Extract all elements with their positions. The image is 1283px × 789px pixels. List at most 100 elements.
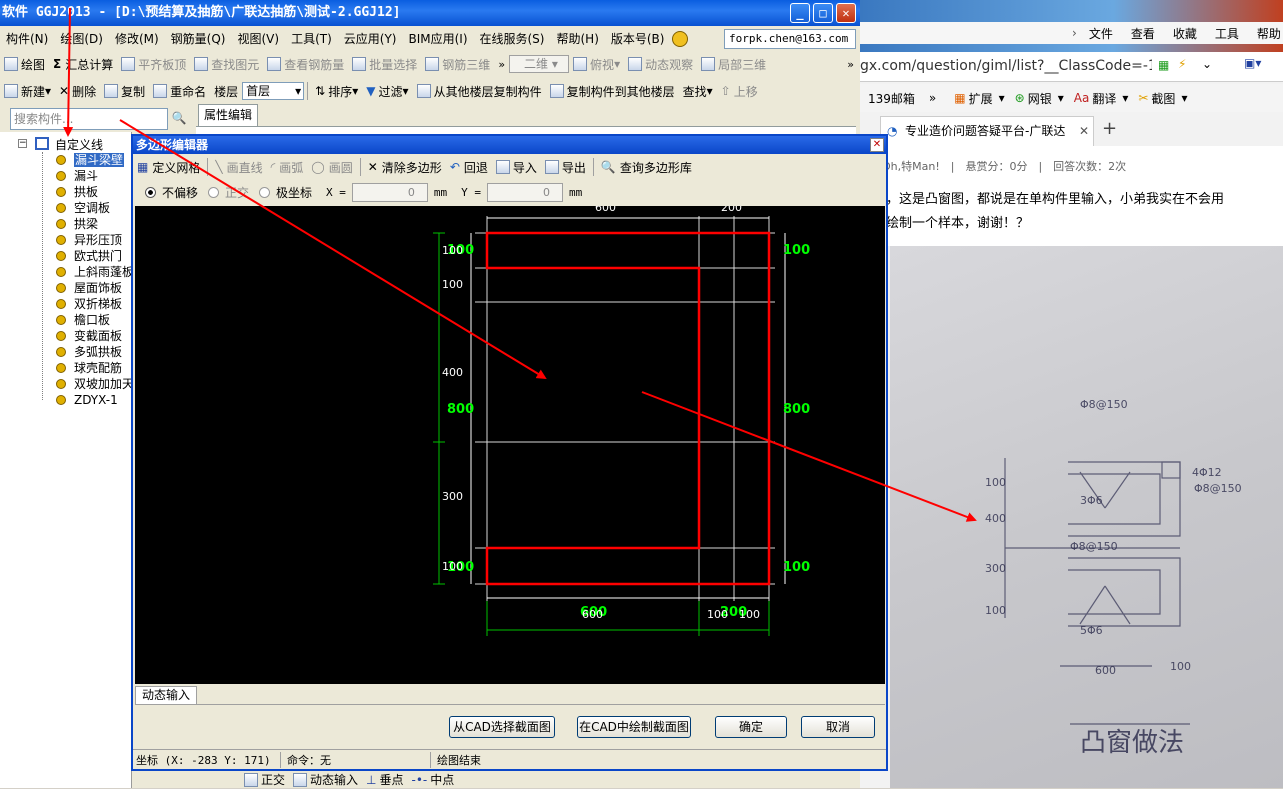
browser-menu-item[interactable]: 文件 (1089, 25, 1113, 42)
tree-item[interactable]: 漏斗梁壁 (56, 152, 125, 168)
summary-calc-button[interactable]: Σ 汇总计算 (49, 53, 117, 75)
top-view-button[interactable]: 俯视 ▾ (569, 53, 624, 75)
browser-menu-item[interactable]: 查看 (1131, 25, 1155, 42)
ok-button[interactable]: 确定 (715, 716, 787, 738)
radio-ortho[interactable] (208, 186, 220, 198)
close-button[interactable]: ✕ (836, 3, 856, 23)
copy-to-floor-button[interactable]: 复制构件到其他楼层 (546, 80, 679, 102)
menu-item[interactable]: 版本号(B) (605, 27, 671, 51)
tree-item[interactable]: 欧式拱门 (56, 248, 122, 264)
menu-item[interactable]: 绘图(D) (54, 27, 109, 51)
ortho-toggle[interactable]: 正交 (240, 771, 289, 789)
address-bar[interactable]: gx.com/question/giml/list?__ClassCode=-1… (860, 52, 1283, 82)
draw-line-button[interactable]: ╲ 画直线 (211, 156, 266, 178)
dropdown-chevron-icon[interactable]: ⌄ (1202, 57, 1212, 71)
tree-item[interactable]: 漏斗 (56, 168, 98, 184)
delete-button[interactable]: ✕ 删除 (55, 80, 100, 102)
select-from-cad-button[interactable]: 从CAD选择截面图 (449, 716, 555, 738)
new-button[interactable]: 新建 ▾ (0, 80, 55, 102)
radio-no-offset[interactable] (145, 186, 156, 198)
overflow-chevron-icon[interactable]: » (847, 58, 854, 71)
minimize-button[interactable]: _ (790, 3, 810, 23)
tree-item[interactable]: 异形压顶 (56, 232, 122, 248)
fav-bank[interactable]: 网银 (1028, 90, 1052, 107)
draw-circle-button[interactable]: ◯ 画圆 (307, 156, 356, 178)
lightning-icon[interactable]: ⚡ (1178, 57, 1186, 71)
copy-button[interactable]: 复制 (100, 80, 149, 102)
tree-item[interactable]: 空调板 (56, 200, 110, 216)
browser-tab-active[interactable]: ◔ 专业造价问题答疑平台-广联达 ✕ (880, 116, 1094, 146)
dynamic-input-toggle[interactable]: 动态输入 (289, 771, 362, 789)
component-search-input[interactable]: 搜索构件... (10, 108, 168, 130)
browser-menu-item[interactable]: 工具 (1215, 25, 1239, 42)
menu-item[interactable]: 工具(T) (285, 27, 338, 51)
search-engine-icon[interactable]: ▣▾ (1244, 56, 1261, 70)
fav-extensions[interactable]: 扩展 (969, 90, 993, 107)
search-icon[interactable]: 🔍 (168, 108, 190, 130)
local-3d-button[interactable]: 局部三维 (697, 53, 770, 75)
collapse-toggle-icon[interactable]: − (18, 139, 27, 148)
tree-item[interactable]: 双坡加加天 (56, 376, 134, 392)
perpendicular-snap-toggle[interactable]: ⊥ 垂点 (362, 771, 407, 789)
sort-button[interactable]: ⇅ 排序 ▾ (311, 80, 362, 102)
batch-select-button[interactable]: 批量选择 (348, 53, 421, 75)
browser-menu-item[interactable]: 收藏 (1173, 25, 1197, 42)
overflow-chevron-icon[interactable]: » (498, 58, 505, 71)
tree-item[interactable]: 拱板 (56, 184, 98, 200)
tree-item[interactable]: 变截面板 (56, 328, 122, 344)
tree-item[interactable]: 多弧拱板 (56, 344, 122, 360)
move-up-button[interactable]: ⇧ 上移 (717, 80, 762, 102)
fav-translate[interactable]: 翻译 (1092, 90, 1116, 107)
menu-item[interactable]: 帮助(H) (550, 27, 604, 51)
menu-item[interactable]: 修改(M) (109, 27, 165, 51)
tree-item[interactable]: 上斜雨蓬板 (56, 264, 134, 280)
tab-property-edit[interactable]: 属性编辑 (198, 104, 258, 126)
query-polygon-library-button[interactable]: 🔍 查询多边形库 (597, 156, 696, 178)
tree-item[interactable]: ZDYX-1 (56, 392, 118, 408)
new-tab-button[interactable]: + (1102, 118, 1117, 139)
radio-polar[interactable] (259, 186, 271, 198)
midpoint-snap-toggle[interactable]: -•- 中点 (408, 771, 459, 789)
tree-item[interactable]: 檐口板 (56, 312, 110, 328)
import-button[interactable]: 导入 (492, 156, 541, 178)
floor-select[interactable]: 首层 ▾ (242, 82, 305, 100)
polygon-shape[interactable] (485, 231, 771, 586)
find-element-button[interactable]: 查找图元 (190, 53, 263, 75)
fav-139-mail[interactable]: 139邮箱 (868, 90, 915, 107)
y-input[interactable]: 0 (487, 182, 564, 202)
clear-polygon-button[interactable]: ✕ 清除多边形 (364, 156, 446, 178)
tree-item[interactable]: 拱梁 (56, 216, 98, 232)
menu-item[interactable]: 视图(V) (231, 27, 285, 51)
menu-item[interactable]: 构件(N) (0, 27, 54, 51)
tree-item[interactable]: 双折梯板 (56, 296, 122, 312)
x-input[interactable]: 0 (351, 182, 428, 202)
tab-close-icon[interactable]: ✕ (1079, 117, 1089, 145)
user-avatar-icon[interactable] (672, 31, 689, 47)
tree-root-label[interactable]: 自定义线 (55, 136, 103, 153)
find-button[interactable]: 查找 ▾ (679, 80, 717, 102)
filter-button[interactable]: ▼ 过滤 ▾ (362, 80, 412, 102)
copy-from-floor-button[interactable]: 从其他楼层复制构件 (413, 80, 546, 102)
draw-arc-button[interactable]: ◜ 画弧 (267, 156, 308, 178)
draw-in-cad-button[interactable]: 在CAD中绘制截面图 (577, 716, 691, 738)
tab-dynamic-input[interactable]: 动态输入 (135, 686, 197, 704)
menu-item[interactable]: 钢筋量(Q) (165, 27, 232, 51)
dynamic-observe-button[interactable]: 动态观察 (624, 53, 697, 75)
undo-button[interactable]: ↶ 回退 (446, 156, 492, 178)
menu-item[interactable]: 在线服务(S) (474, 27, 551, 51)
maximize-button[interactable]: □ (813, 3, 833, 23)
account-dropdown[interactable]: forpk.chen@163.com ▾ (724, 29, 856, 49)
define-grid-button[interactable]: ▦ 定义网格 (133, 156, 204, 178)
draw-button[interactable]: 绘图 (0, 53, 49, 75)
tree-item[interactable]: 球壳配筋 (56, 360, 122, 376)
view-mode-select[interactable]: 二维 ▾ (509, 55, 570, 73)
rename-button[interactable]: 重命名 (149, 80, 210, 102)
export-button[interactable]: 导出 (541, 156, 590, 178)
menu-item[interactable]: 云应用(Y) (338, 27, 403, 51)
view-rebar-button[interactable]: 查看钢筋量 (263, 53, 348, 75)
align-slab-top-button[interactable]: 平齐板顶 (117, 53, 190, 75)
browser-menu-item[interactable]: 帮助 (1257, 25, 1281, 42)
dialog-close-button[interactable]: ✕ (870, 138, 884, 152)
overflow-chevron-icon[interactable]: » (929, 91, 936, 105)
rebar-3d-button[interactable]: 钢筋三维 (421, 53, 494, 75)
